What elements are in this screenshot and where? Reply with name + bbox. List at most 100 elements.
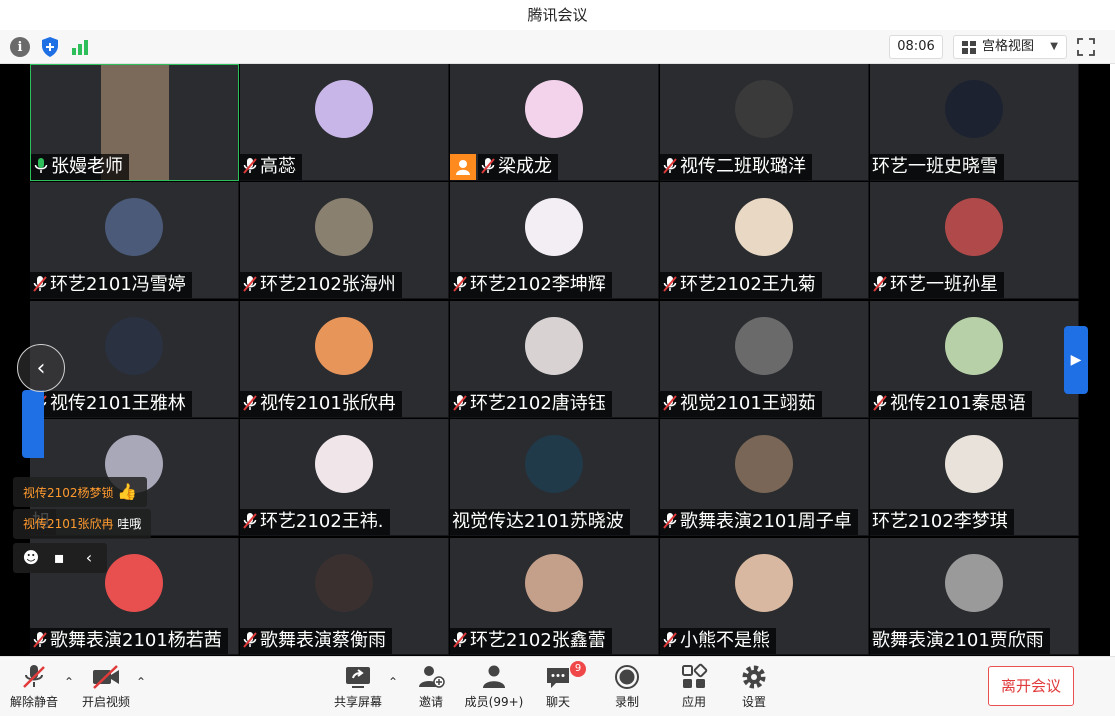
participant-name: 环艺2102李坤辉 [470,274,606,296]
participant-nametag: 环艺2102唐诗钰 [450,390,612,417]
share-screen-button[interactable]: 共享屏幕 [328,661,388,711]
prev-page-button[interactable]: ‹ [17,344,65,392]
gear-icon [738,663,770,691]
participant-nametag: 歌舞表演2101周子卓 [660,509,858,536]
prev-page-edge[interactable] [22,390,44,458]
participant-avatar [945,553,1003,612]
participant-avatar [105,198,163,257]
mic-muted-icon [242,274,260,295]
participant-name: 张嫚老师 [51,156,123,177]
participant-tile[interactable]: 环艺一班史晓雪 [870,64,1079,181]
participant-tile[interactable]: 视传2101张欣冉 [240,300,449,418]
meeting-clock: 08:06 [889,35,943,59]
invite-button[interactable]: 邀请 [401,661,461,711]
participant-avatar [735,553,793,612]
participant-tile[interactable]: 环艺2102李坤辉 [450,182,659,300]
participant-tile[interactable]: 视传二班耿璐洋 [660,64,869,181]
info-icon[interactable]: i [10,37,30,57]
start-video-button[interactable]: 开启视频 [76,661,136,711]
participant-nametag: 视觉传达2101苏晓波 [450,509,630,536]
participant-name: 歌舞表演2101杨若茜 [50,629,222,651]
settings-label: 设置 [741,695,766,709]
emoji-icon[interactable]: ☻ [21,548,41,568]
participant-nametag: 环艺2102王九菊 [660,272,822,299]
participant-tile[interactable]: 视传2101秦思语 [870,300,1079,418]
mic-muted-icon [662,393,680,414]
participant-tile[interactable]: 歌舞表演蔡衡雨 [240,537,449,655]
participant-nametag: 环艺2101冯雪婷 [30,272,192,299]
participant-name: 环艺一班孙星 [890,274,998,296]
participant-name: 歌舞表演2101贾欣雨 [872,629,1044,651]
participant-nametag: 视传2101王雅林 [30,390,192,417]
leave-meeting-button[interactable]: 离开会议 [988,666,1074,706]
top-toolbar: i 08:06 宫格视图 ▼ [0,30,1115,64]
participant-nametag: 歌舞表演2101杨若茜 [30,627,228,654]
mic-muted-icon [242,511,260,532]
participant-tile[interactable]: 环艺2102王祎. [240,419,449,537]
participant-tile[interactable]: 视觉传达2101苏晓波 [450,419,659,537]
participant-tile[interactable]: 环艺2102张海州 [240,182,449,300]
chevron-up-icon[interactable]: ⌃ [136,675,146,689]
participant-avatar [735,435,793,494]
record-icon [611,663,643,691]
participant-tile[interactable]: 歌舞表演2101周子卓 [660,419,869,537]
participant-tile[interactable]: 视觉2101王翊茹 [660,300,869,418]
view-mode-label: 宫格视图 [982,39,1035,54]
chat-icon: 9 [542,661,586,691]
participant-nametag: 视觉2101王翊茹 [660,390,822,417]
apps-button[interactable]: 应用 [664,661,724,711]
window-title: 腾讯会议 [0,0,1115,30]
participant-tile[interactable]: 环艺2102唐诗钰 [450,300,659,418]
participant-tile[interactable]: 歌舞表演2101贾欣雨 [870,537,1079,655]
record-button[interactable]: 录制 [597,661,657,711]
participant-tile[interactable]: 环艺一班孙星 [870,182,1079,300]
participant-tile[interactable]: 环艺2102王九菊 [660,182,869,300]
mic-icon [33,156,51,177]
thumbs-up-icon: 👍 [117,482,138,501]
participant-tile[interactable]: 小熊不是熊 [660,537,869,655]
participant-tile[interactable]: 张嫚老师 [30,64,239,181]
chat-message: 视传2101张欣冉 哇哦 [13,509,152,539]
settings-button[interactable]: 设置 [724,661,784,711]
participant-tile[interactable]: 环艺2102张鑫蕾 [450,537,659,655]
signal-icon[interactable] [70,37,90,57]
shield-icon[interactable] [40,36,60,58]
participant-name: 环艺2102王祎. [260,511,384,533]
members-button[interactable]: 成员(99+) [464,661,524,711]
fullscreen-icon[interactable] [1076,37,1096,57]
chat-badge: 9 [570,661,586,677]
chat-text: 哇哦 [117,517,142,531]
view-mode-button[interactable]: 宫格视图 ▼ [953,35,1067,59]
participant-name: 视传2101秦思语 [890,392,1026,414]
participant-avatar [315,435,373,494]
participant-nametag: 梁成龙 [478,154,558,180]
participant-name: 视传2101王雅林 [50,392,186,414]
participant-tile[interactable]: 梁成龙 [450,64,659,181]
next-page-button[interactable]: ▶ [1064,326,1088,394]
collapse-icon[interactable]: ‹ [79,548,99,568]
participant-avatar [525,435,583,494]
chevron-up-icon[interactable]: ⌃ [388,675,398,689]
participant-name: 视觉2101王翊茹 [680,392,816,414]
participant-avatar [105,553,163,612]
participant-grid: 张嫚老师 高蕊 梁成龙 视传二班耿璐洋 环艺一班史晓雪环艺2101冯雪婷 环艺2102张海… [30,64,1080,656]
participant-nametag: 环艺一班孙星 [870,272,1004,299]
mic-muted-icon [662,274,680,295]
participant-tile[interactable]: 环艺2102李梦琪 [870,419,1079,537]
participant-tile[interactable]: 环艺2101冯雪婷 [30,182,239,300]
participant-avatar [105,316,163,375]
apps-icon [678,663,710,691]
mic-muted-icon [242,156,260,177]
participant-avatar [945,435,1003,494]
mic-muted-icon [452,630,470,651]
chat-button[interactable]: 9 聊天 [528,661,588,711]
participant-nametag: 环艺2102王祎. [240,509,390,536]
invite-label: 邀请 [418,695,443,709]
participant-avatar [525,316,583,375]
message-icon[interactable]: ▪ [49,548,69,568]
apps-label: 应用 [681,695,706,709]
participant-nametag: 视传二班耿璐洋 [660,154,812,180]
chevron-up-icon[interactable]: ⌃ [64,675,74,689]
participant-tile[interactable]: 高蕊 [240,64,449,181]
unmute-button[interactable]: 解除静音 [4,661,64,711]
